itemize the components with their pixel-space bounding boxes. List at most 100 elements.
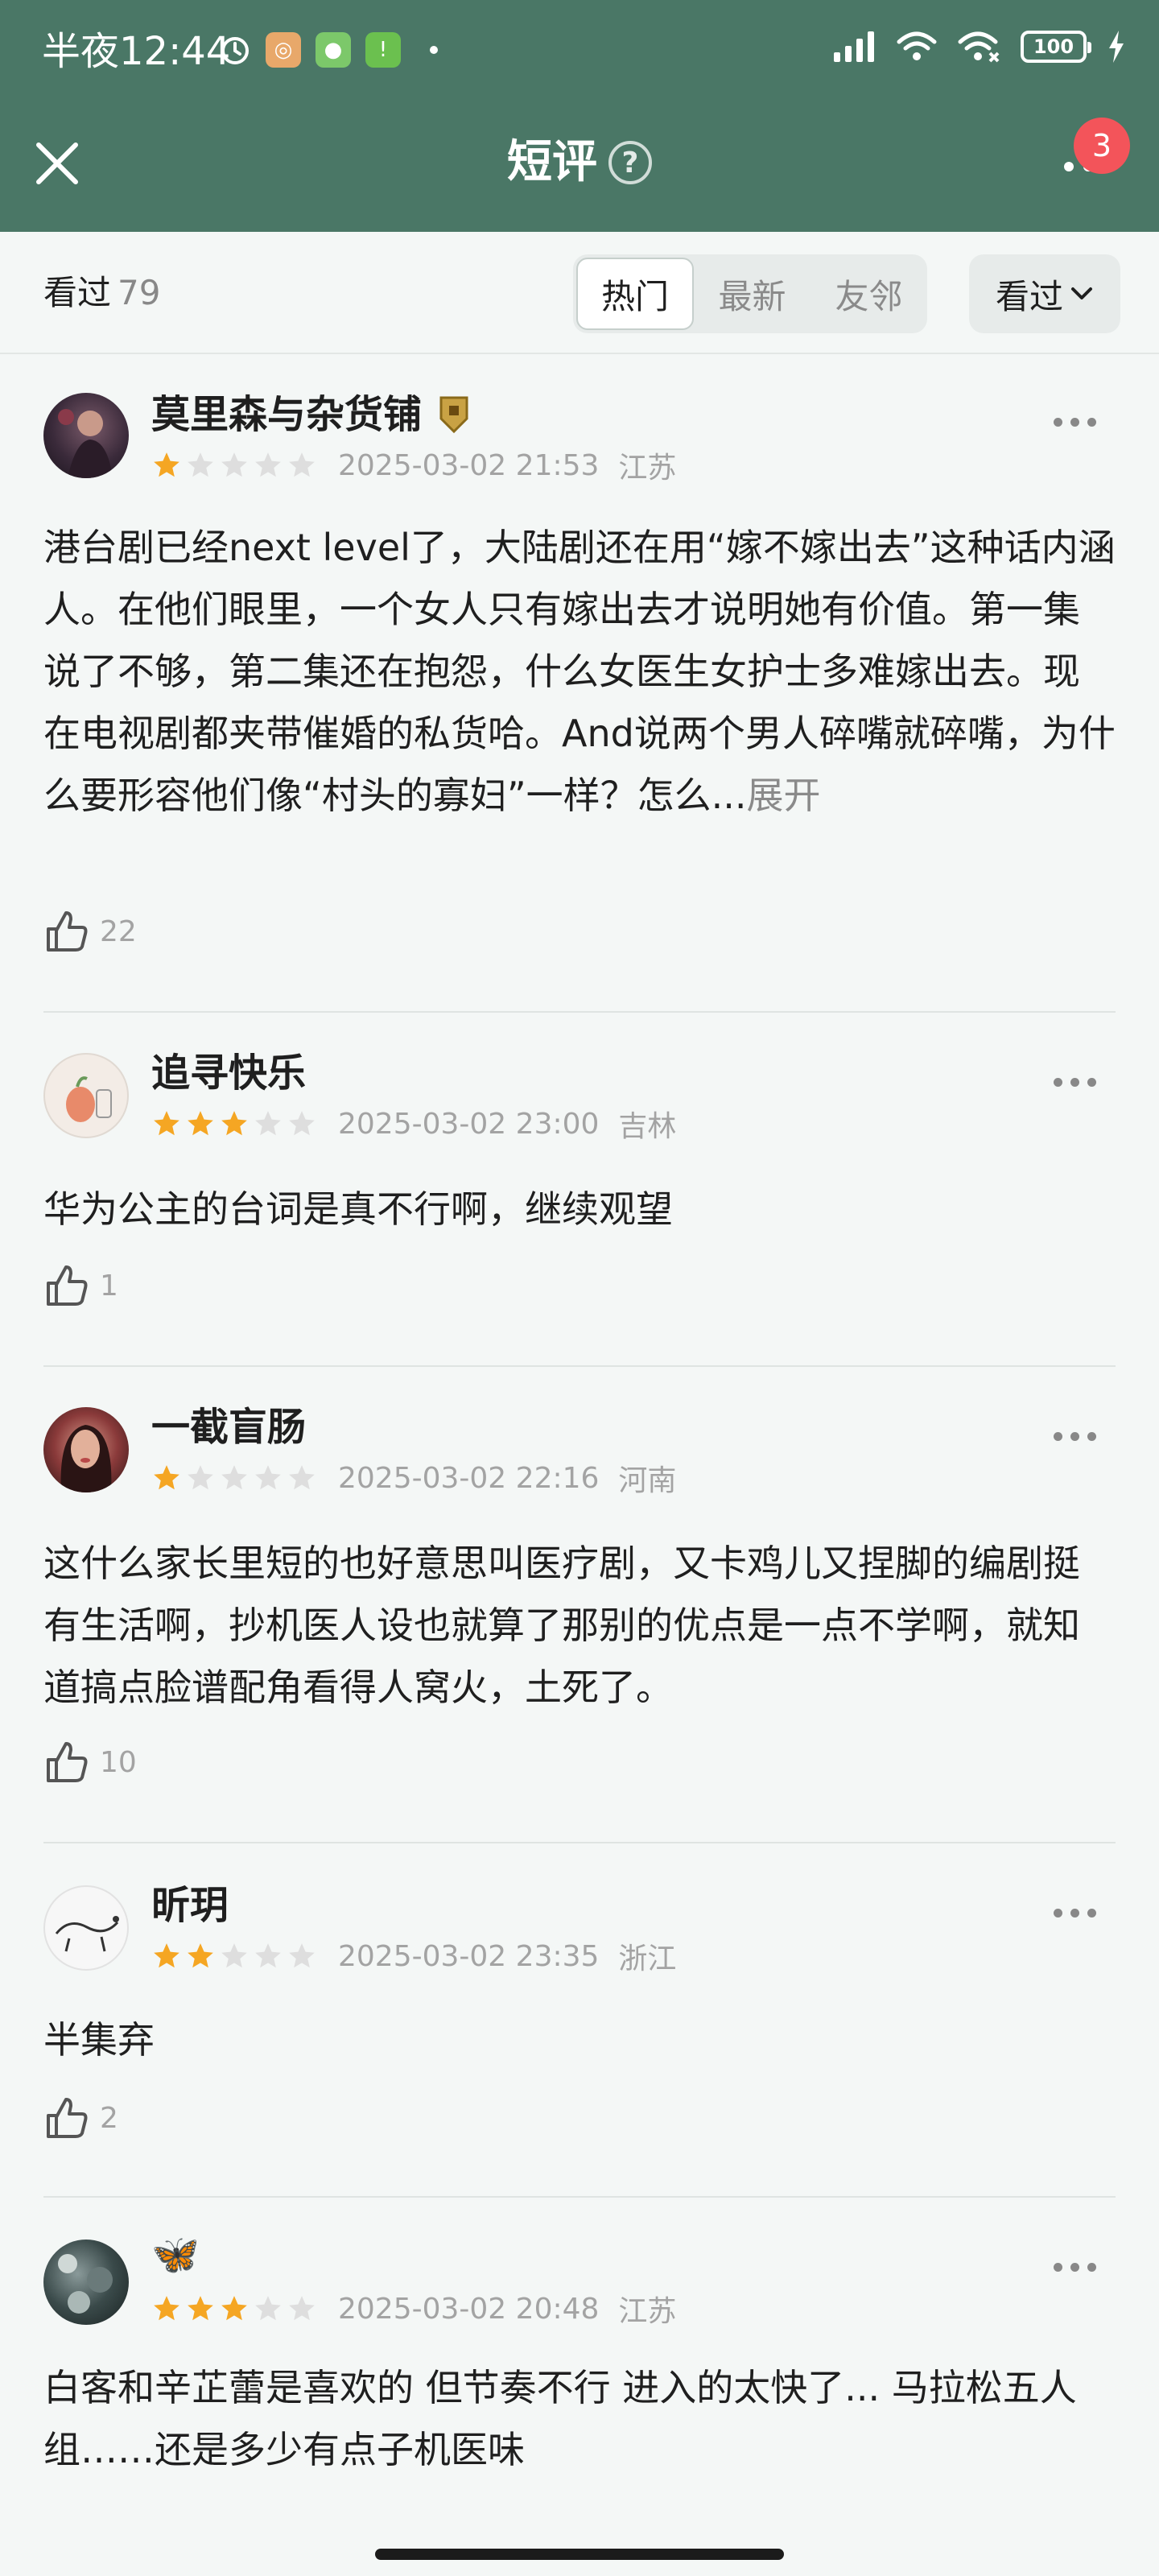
more-dot-icon — [1053, 417, 1062, 427]
rating-stars — [151, 450, 317, 481]
home-indicator[interactable] — [375, 2549, 784, 2560]
seen-filter-dropdown[interactable]: 看过 — [969, 254, 1120, 333]
more-dot-icon — [1053, 1908, 1062, 1918]
gold-badge-icon — [439, 396, 468, 434]
review-location: 吉林 — [618, 1110, 677, 1143]
more-notifications-dot — [430, 46, 438, 54]
tab-friends[interactable]: 友邻 — [810, 258, 927, 330]
avatar[interactable] — [43, 2240, 129, 2325]
review-item: 追寻快乐 2025-03-02 23:00 吉林 华为公主的台词是真不行啊，继续… — [43, 1013, 1116, 1367]
review-item: 一截盲肠 2025-03-02 22:16 河南 这什么家长里短的也好意思叫医疗… — [43, 1367, 1116, 1843]
star-empty-icon — [255, 1465, 281, 1490]
more-dot-icon — [1087, 2262, 1096, 2272]
help-icon[interactable]: ? — [608, 141, 652, 184]
chevron-down-icon — [1071, 287, 1092, 299]
username[interactable]: 追寻快乐 — [151, 1048, 306, 1098]
username[interactable]: 一截盲肠 — [151, 1402, 306, 1452]
header: 短评 ? 3 — [0, 105, 1159, 232]
avatar[interactable] — [43, 1053, 129, 1138]
status-bar: 半夜12:44 ◎ ● ! 100 — [0, 0, 1159, 105]
like-button[interactable]: 22 — [43, 908, 137, 955]
wifi-icon — [897, 31, 937, 60]
more-dot-icon — [1064, 162, 1074, 171]
star-filled-icon — [221, 1111, 247, 1136]
star-empty-icon — [289, 1943, 315, 1968]
username[interactable]: 莫里森与杂货铺 — [151, 390, 422, 440]
more-dot-icon — [1053, 1077, 1062, 1087]
avatar-image — [58, 409, 113, 478]
star-filled-icon — [154, 1943, 179, 1968]
star-empty-icon — [255, 1943, 281, 1968]
review-time: 2025-03-02 23:35 — [338, 1939, 600, 1973]
user-row: 一截盲肠 — [151, 1402, 306, 1452]
review-location: 江苏 — [618, 452, 677, 485]
user-row: 莫里森与杂货铺 — [151, 390, 472, 440]
star-empty-icon — [255, 452, 281, 477]
username[interactable]: 昕玥 — [151, 1880, 229, 1930]
star-filled-icon — [188, 2296, 213, 2321]
review-more-button[interactable] — [1046, 2251, 1103, 2283]
battery-level: 100 — [1033, 35, 1074, 58]
avatar-image — [58, 2254, 113, 2314]
username[interactable]: 🦋 — [151, 2230, 200, 2280]
tab-latest[interactable]: 最新 — [694, 258, 810, 330]
review-item: 昕玥 2025-03-02 23:35 浙江 半集弃 2 — [43, 1843, 1116, 2198]
review-time: 2025-03-02 21:53 — [338, 448, 600, 482]
like-button[interactable]: 2 — [43, 2095, 118, 2141]
page-title: 短评 — [507, 136, 597, 188]
review-location: 浙江 — [618, 1942, 677, 1975]
more-dot-icon — [1087, 1908, 1096, 1918]
status-system-icons: 100 — [834, 31, 1125, 63]
review-item: 🦋 2025-03-02 20:48 江苏 白客和辛芷蕾是喜欢的 但节奏不行 进… — [43, 2198, 1116, 2520]
review-body: 港台剧已经next level了，大陆剧还在用“嫁不嫁出去”这种话内涵人。在他们… — [43, 526, 1116, 817]
star-empty-icon — [221, 1943, 247, 1968]
rating-stars — [151, 1941, 317, 1971]
user-row: 🦋 — [151, 2230, 200, 2280]
review-more-button[interactable] — [1046, 1066, 1103, 1098]
star-empty-icon — [289, 2296, 315, 2321]
star-empty-icon — [221, 1465, 247, 1490]
user-row: 昕玥 — [151, 1880, 229, 1930]
review-location: 河南 — [618, 1464, 677, 1497]
wifi-hotspot-icon — [958, 31, 1000, 63]
review-meta: 2025-03-02 20:48 江苏 — [151, 2288, 676, 2330]
review-time: 2025-03-02 23:00 — [338, 1107, 600, 1141]
avatar[interactable] — [43, 1885, 129, 1971]
review-more-button[interactable] — [1046, 1420, 1103, 1452]
star-empty-icon — [255, 2296, 281, 2321]
star-filled-icon — [154, 452, 179, 477]
expand-link[interactable]: 展开 — [747, 774, 821, 817]
like-count: 22 — [100, 914, 137, 948]
charging-icon — [1109, 31, 1124, 63]
review-text: 半集弃 — [43, 2009, 1116, 2071]
more-dot-icon — [1053, 2262, 1062, 2272]
tab-hot[interactable]: 热门 — [576, 258, 694, 330]
avatar[interactable] — [43, 393, 129, 478]
like-button[interactable]: 1 — [43, 1262, 118, 1309]
thumbs-up-icon — [47, 1265, 88, 1306]
star-empty-icon — [255, 1111, 281, 1136]
dropdown-label: 看过 — [995, 276, 1063, 316]
avatar-image — [55, 1916, 119, 1952]
more-dot-icon — [1070, 417, 1079, 427]
review-meta: 2025-03-02 23:00 吉林 — [151, 1103, 676, 1145]
seen-count: 看过 79 — [43, 267, 160, 319]
avatar[interactable] — [43, 1407, 129, 1492]
seen-label: 看过 — [43, 273, 112, 312]
review-more-button[interactable] — [1046, 1897, 1103, 1929]
star-empty-icon — [289, 452, 315, 477]
more-dot-icon — [1070, 1431, 1079, 1441]
star-filled-icon — [221, 2296, 247, 2321]
sort-tabs: 热门 最新 友邻 — [573, 254, 927, 333]
more-dot-icon — [1070, 1908, 1079, 1918]
more-dot-icon — [1070, 2262, 1079, 2272]
thumbs-up-icon — [47, 2098, 88, 2138]
status-time: 半夜12:44 — [42, 29, 231, 74]
app-notification-icon: ◎ — [266, 32, 301, 68]
like-count: 10 — [100, 1745, 137, 1779]
star-empty-icon — [289, 1111, 315, 1136]
like-button[interactable]: 10 — [43, 1739, 137, 1785]
thumbs-up-icon — [47, 1742, 88, 1782]
filter-bar: 看过 79 热门 最新 友邻 看过 — [0, 232, 1159, 354]
review-more-button[interactable] — [1046, 406, 1103, 438]
